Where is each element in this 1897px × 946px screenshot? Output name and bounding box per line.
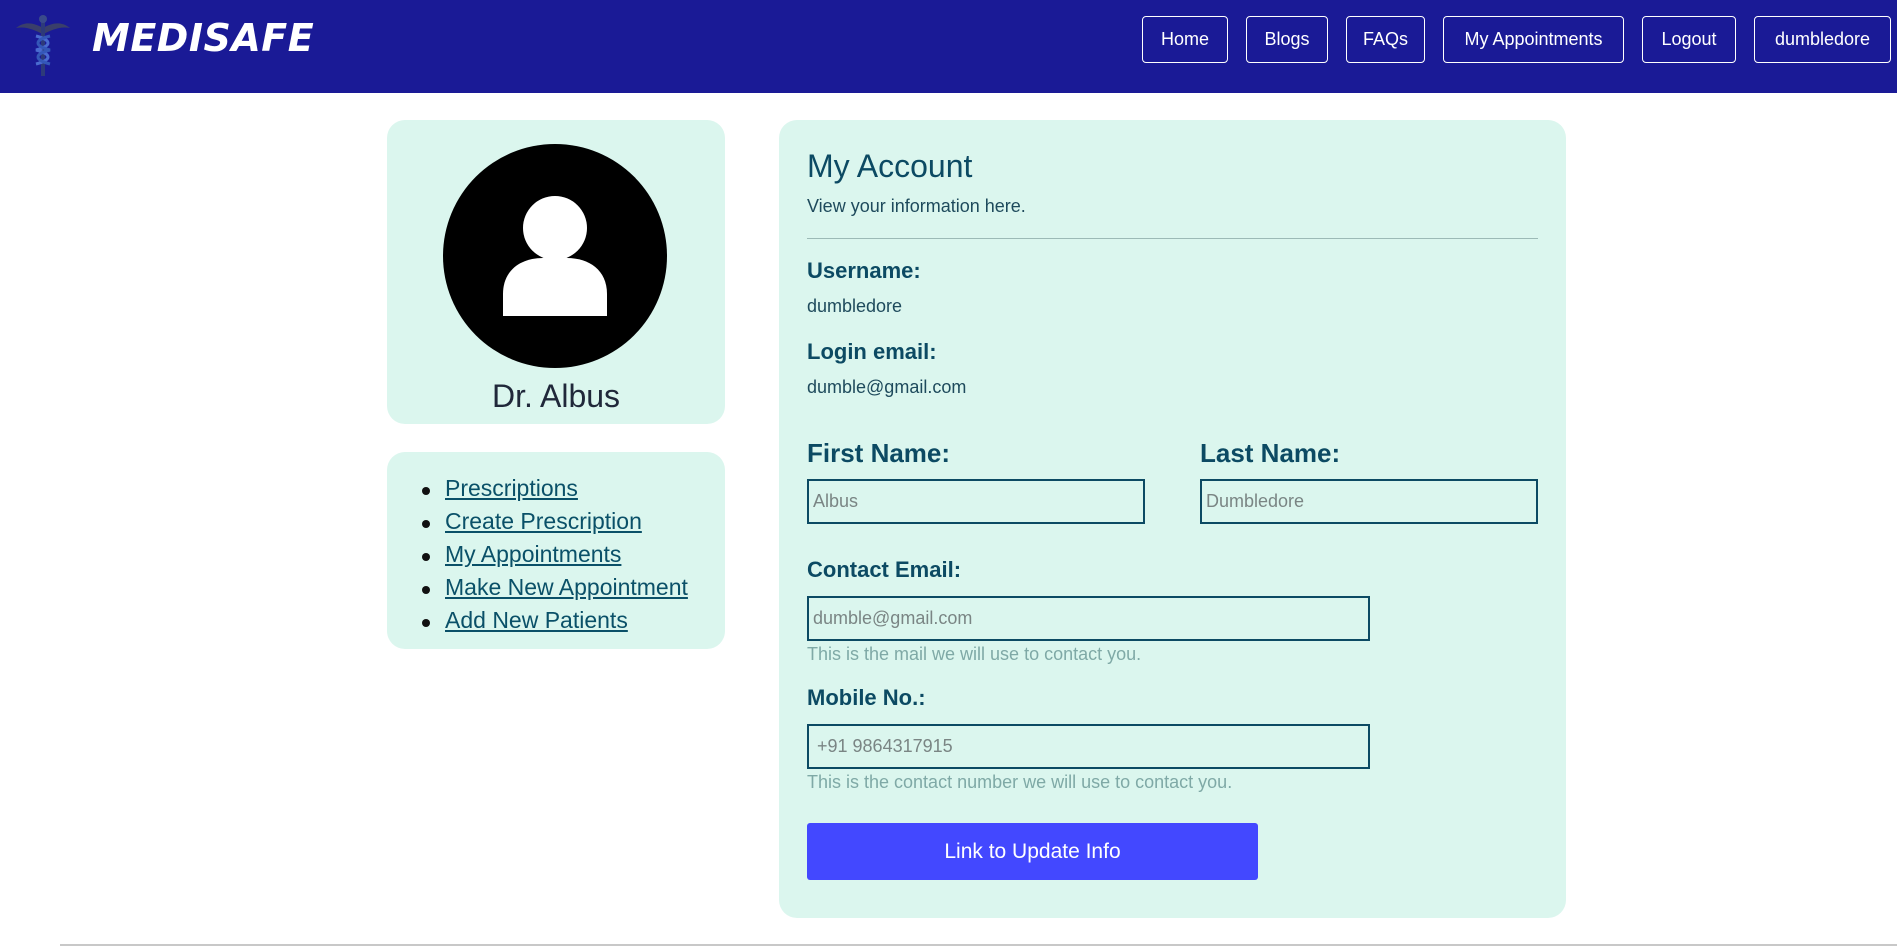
nav-my-appointments-button[interactable]: My Appointments bbox=[1443, 16, 1624, 63]
profile-card: Dr. Albus bbox=[387, 120, 725, 424]
username-value: dumbledore bbox=[807, 296, 903, 316]
menu-prescriptions-link[interactable]: Prescriptions bbox=[445, 475, 578, 502]
contact-email-label: Contact Email: bbox=[807, 557, 962, 582]
account-card: My Account View your information here. U… bbox=[779, 120, 1566, 918]
bullet bbox=[422, 487, 430, 495]
brand-name[interactable]: MEDISAFE bbox=[92, 16, 314, 60]
menu-make-new-appointment-link[interactable]: Make New Appointment bbox=[445, 574, 688, 601]
side-menu: Prescriptions Create Prescription My App… bbox=[387, 452, 725, 649]
nav-home-button[interactable]: Home bbox=[1142, 16, 1228, 63]
first-name-label: First Name: bbox=[807, 438, 951, 468]
menu-add-new-patients-link[interactable]: Add New Patients bbox=[445, 607, 628, 634]
navbar: MEDISAFE Home Blogs FAQs My Appointments… bbox=[0, 0, 1897, 93]
nav-blogs-button[interactable]: Blogs bbox=[1246, 16, 1328, 63]
contact-email-hint: This is the mail we will use to contact … bbox=[807, 644, 1142, 664]
nav-faqs-button[interactable]: FAQs bbox=[1346, 16, 1425, 63]
bullet bbox=[422, 619, 430, 627]
menu-create-prescription-link[interactable]: Create Prescription bbox=[445, 508, 642, 535]
nav-user-button[interactable]: dumbledore bbox=[1754, 16, 1891, 63]
username-label: Username: bbox=[807, 258, 921, 283]
mobile-label: Mobile No.: bbox=[807, 685, 926, 710]
account-subtitle: View your information here. bbox=[807, 196, 1026, 216]
divider bbox=[807, 238, 1538, 239]
nav-logout-button[interactable]: Logout bbox=[1642, 16, 1736, 63]
first-name-input[interactable] bbox=[807, 479, 1145, 524]
caduceus-icon[interactable] bbox=[12, 12, 74, 78]
update-info-button[interactable]: Link to Update Info bbox=[807, 823, 1258, 880]
account-title: My Account bbox=[807, 148, 973, 184]
doctor-name: Dr. Albus bbox=[491, 378, 621, 414]
bullet bbox=[422, 520, 430, 528]
bullet bbox=[422, 586, 430, 594]
last-name-label: Last Name: bbox=[1200, 438, 1341, 468]
login-email-label: Login email: bbox=[807, 339, 937, 364]
user-avatar-icon bbox=[443, 144, 667, 368]
bullet bbox=[422, 553, 430, 561]
mobile-hint: This is the contact number we will use t… bbox=[807, 772, 1233, 792]
menu-my-appointments-link[interactable]: My Appointments bbox=[445, 541, 621, 568]
contact-email-input[interactable] bbox=[807, 596, 1370, 641]
login-email-value: dumble@gmail.com bbox=[807, 377, 967, 397]
mobile-input[interactable] bbox=[807, 724, 1370, 769]
last-name-input[interactable] bbox=[1200, 479, 1538, 524]
